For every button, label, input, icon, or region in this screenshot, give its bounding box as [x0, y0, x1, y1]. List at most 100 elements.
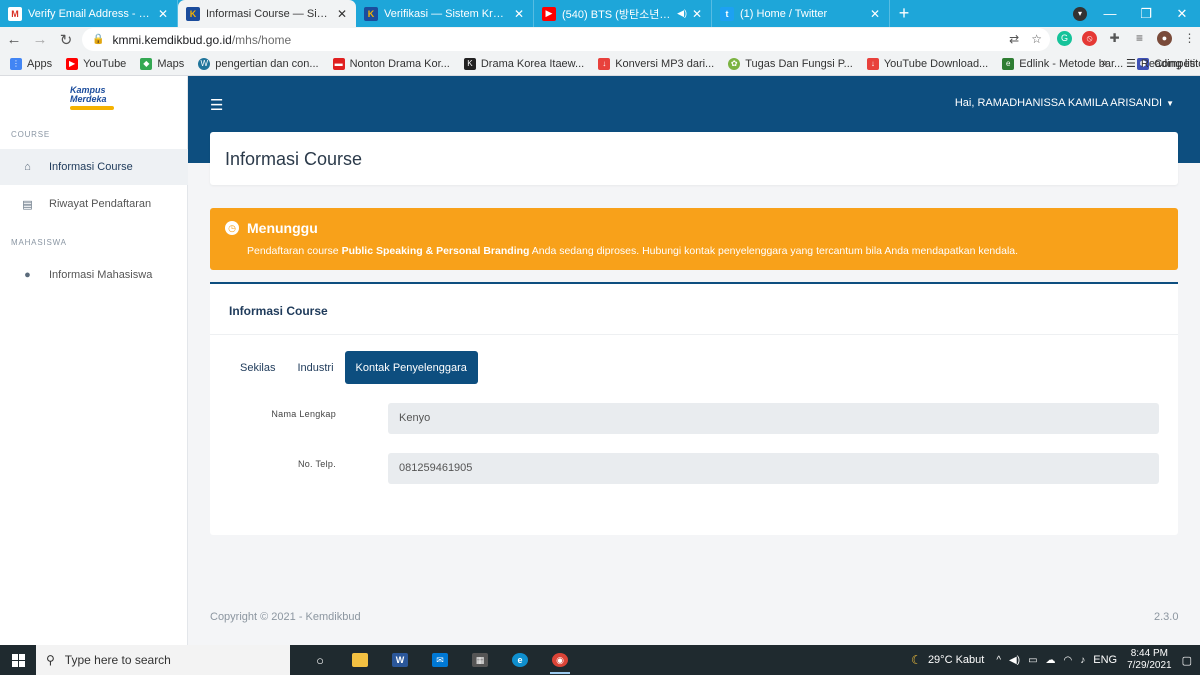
sidebar-item-label: Riwayat Pendaftaran: [49, 198, 152, 210]
weather-moon-icon[interactable]: ☾: [911, 653, 922, 667]
chevron-up-icon[interactable]: ^: [996, 655, 1001, 666]
windows-start-icon[interactable]: [0, 645, 36, 675]
speaker-icon[interactable]: ◀): [1009, 655, 1020, 666]
edge-icon[interactable]: e: [500, 645, 540, 675]
clock-icon: ◷: [225, 221, 239, 235]
extensions-puzzle-icon[interactable]: ✚: [1107, 31, 1122, 46]
restore-icon[interactable]: ❐: [1128, 6, 1164, 22]
notifications-icon[interactable]: ▢: [1182, 654, 1192, 667]
alert-message: Pendaftaran course Public Speaking & Per…: [247, 245, 1018, 257]
tab-kontak-penyelenggara[interactable]: Kontak Penyelenggara: [344, 351, 478, 384]
bookmark-drama-korea[interactable]: K Drama Korea Itaew...: [463, 57, 584, 70]
weather-text[interactable]: 29°C Kabut: [928, 654, 984, 666]
user-icon: ●: [24, 269, 31, 281]
windows-taskbar: ⚲ Type here to search ○ W ✉ ▦ e ◉ ☾ 29°C…: [0, 645, 1200, 675]
leaf-icon: ✿: [728, 57, 741, 70]
alert-message-prefix: Pendaftaran course: [247, 245, 342, 257]
bookmark-star-icon[interactable]: ☆: [1031, 32, 1042, 46]
browser-tab-gmail[interactable]: M Verify Email Address - mila.arisan ✕: [0, 0, 178, 27]
card-title: Informasi Course: [229, 304, 328, 318]
adblock-icon[interactable]: ⦸: [1082, 31, 1097, 46]
close-window-icon[interactable]: ✕: [1164, 6, 1200, 22]
bookmark-apps[interactable]: ⋮ Apps: [10, 57, 52, 70]
address-bar[interactable]: 🔒 kmmi.kemdikbud.go.id/mhs/home ⇄ ☆: [82, 28, 1050, 51]
download-icon: ↓: [866, 57, 879, 70]
card-header: Informasi Course: [210, 284, 1178, 335]
battery-icon[interactable]: ▭: [1028, 655, 1037, 666]
grammarly-icon[interactable]: G: [1057, 31, 1072, 46]
minimize-icon[interactable]: —: [1092, 6, 1128, 21]
hamburger-menu-icon[interactable]: ☰: [210, 96, 223, 114]
translate-icon[interactable]: ⇄: [1009, 32, 1019, 46]
bookmark-youtube-download[interactable]: ↓ YouTube Download...: [866, 57, 988, 70]
taskbar-clock[interactable]: 8:44 PM 7/29/2021: [1127, 648, 1172, 672]
close-icon[interactable]: ✕: [336, 7, 348, 21]
file-explorer-icon[interactable]: [340, 645, 380, 675]
reading-list-button[interactable]: ☰ Reading list: [1126, 57, 1198, 71]
clock-time: 8:44 PM: [1130, 648, 1168, 659]
menu-kebab-icon[interactable]: ⋮: [1182, 31, 1197, 46]
reading-list-icon: ☰: [1126, 58, 1136, 70]
gmail-icon: M: [8, 6, 22, 21]
tab-search-icon[interactable]: ▾: [1073, 7, 1087, 21]
browser-tab-informasi-course[interactable]: K Informasi Course — Sistem Kreden ✕: [178, 0, 356, 27]
bookmark-nonton-drama[interactable]: ▬ Nonton Drama Kor...: [332, 57, 450, 70]
media-queue-icon[interactable]: ≡: [1132, 31, 1147, 46]
word-icon[interactable]: W: [380, 645, 420, 675]
lock-icon[interactable]: 🔒: [92, 34, 104, 45]
tab-industri[interactable]: Industri: [286, 351, 344, 384]
bookmark-maps[interactable]: ◆ Maps: [140, 57, 184, 70]
sidebar-item-informasi-course[interactable]: ⌂ Informasi Course: [0, 149, 188, 185]
bookmark-label: YouTube: [83, 57, 127, 70]
taskbar-search-placeholder: Type here to search: [64, 653, 171, 667]
tab-sekilas[interactable]: Sekilas: [229, 351, 286, 384]
page-title: Informasi Course: [225, 149, 363, 169]
sidebar-item-informasi-mahasiswa[interactable]: ● Informasi Mahasiswa: [0, 257, 188, 293]
browser-tab-title: Verifikasi — Sistem Kredensial M: [384, 7, 509, 20]
browser-tab-twitter[interactable]: t (1) Home / Twitter ✕: [712, 0, 890, 27]
cloud-icon[interactable]: ☁: [1046, 655, 1056, 666]
page-header-card: Informasi Course: [210, 132, 1178, 185]
mail-icon[interactable]: ✉: [420, 645, 460, 675]
language-indicator[interactable]: ENG: [1093, 654, 1117, 666]
browser-toolbar: ← → ↻ 🔒 kmmi.kemdikbud.go.id/mhs/home ⇄ …: [0, 27, 1200, 52]
status-alert-waiting: ◷ Menunggu Pendaftaran course Public Spe…: [210, 208, 1178, 270]
omnibox-actions: ⇄ ☆: [1009, 32, 1042, 46]
speaker-icon[interactable]: ◀): [677, 8, 687, 19]
sidebar-item-riwayat-pendaftaran[interactable]: ▤ Riwayat Pendaftaran: [0, 186, 188, 222]
browser-tab-title: Verify Email Address - mila.arisan: [28, 7, 153, 20]
bookmark-youtube[interactable]: ▶ YouTube: [66, 57, 127, 70]
back-arrow-icon[interactable]: ←: [2, 31, 26, 48]
apps-grid-icon: ⋮: [10, 57, 22, 70]
alert-course-name: Public Speaking & Personal Branding: [341, 245, 530, 257]
alert-title: Menunggu: [247, 220, 318, 236]
bookmark-pengertian[interactable]: Wpengertian dan con...: [198, 57, 319, 70]
kampus-merdeka-logo[interactable]: Kampus Merdeka: [70, 86, 120, 112]
profile-avatar-icon[interactable]: ●: [1157, 31, 1172, 46]
edlink-icon: e: [1002, 57, 1015, 70]
wifi-icon[interactable]: ◠: [1064, 655, 1073, 666]
close-icon[interactable]: ✕: [869, 7, 881, 21]
volume-icon[interactable]: ♪: [1080, 655, 1085, 666]
bookmark-label: pengertian dan con...: [215, 57, 319, 70]
search-icon: ⚲: [46, 653, 55, 667]
close-icon[interactable]: ✕: [691, 7, 703, 21]
close-icon[interactable]: ✕: [513, 7, 525, 21]
user-menu-dropdown[interactable]: Hai, RAMADHANISSA KAMILA ARISANDI ▼: [955, 97, 1174, 109]
sidebar: Kampus Merdeka COURSE ⌂ Informasi Course…: [0, 76, 188, 645]
taskbar-search-box[interactable]: ⚲ Type here to search: [36, 645, 290, 675]
chrome-icon[interactable]: ◉: [540, 645, 580, 675]
close-icon[interactable]: ✕: [157, 7, 169, 21]
reload-icon[interactable]: ↻: [54, 31, 78, 49]
bookmark-tugas[interactable]: ✿ Tugas Dan Fungsi P...: [728, 57, 853, 70]
browser-tab-youtube[interactable]: ▶ (540) BTS (방탄소년단) '불놀 ◀) ✕: [534, 0, 712, 27]
task-view-icon[interactable]: ○: [300, 645, 340, 675]
bookmarks-more-button[interactable]: »: [1101, 57, 1107, 69]
browser-tab-verifikasi[interactable]: K Verifikasi — Sistem Kredensial M ✕: [356, 0, 534, 27]
clock-date: 7/29/2021: [1127, 660, 1172, 671]
new-tab-button[interactable]: +: [890, 0, 918, 27]
bookmark-konversi-mp3[interactable]: ↓ Konversi MP3 dari...: [598, 57, 714, 70]
store-icon[interactable]: ▦: [460, 645, 500, 675]
forward-arrow-icon[interactable]: →: [28, 31, 52, 48]
url-host: kmmi.kemdikbud.go.id: [112, 32, 232, 47]
